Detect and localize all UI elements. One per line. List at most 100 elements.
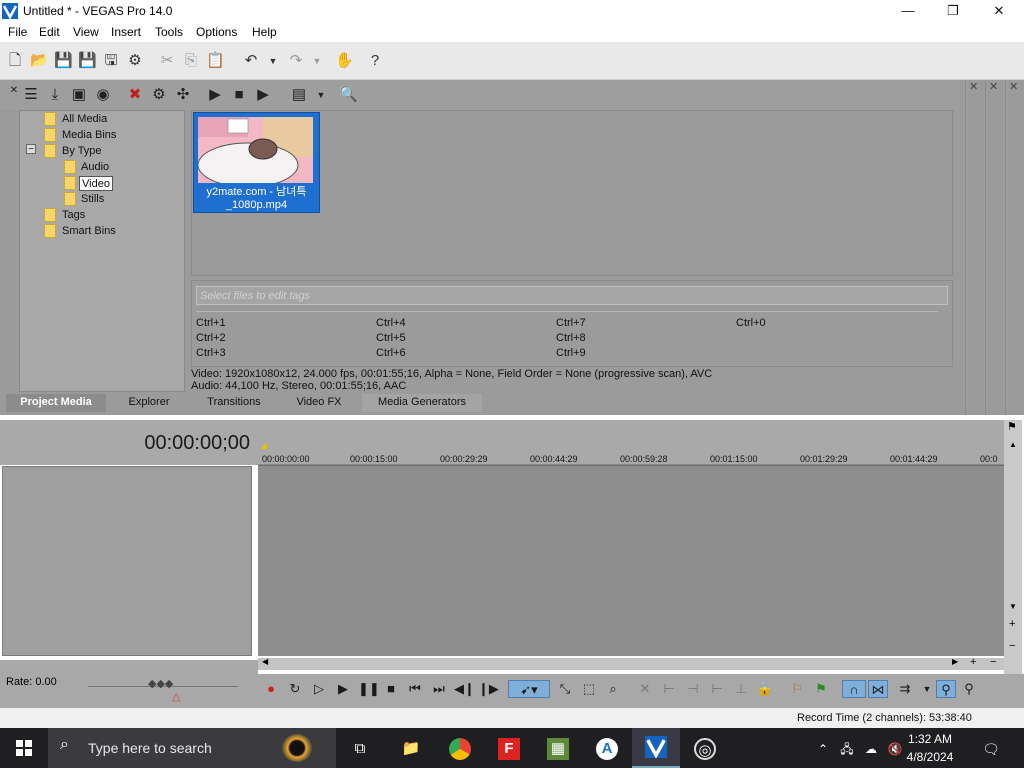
file-explorer-icon[interactable]: 📁 (400, 738, 422, 760)
scroll-up-icon[interactable]: ▲ (1009, 440, 1017, 449)
ripple-dropdown-icon[interactable]: ▼ (918, 680, 936, 698)
show-hidden-icons-icon[interactable]: ⌃ (812, 738, 834, 760)
menu-options[interactable]: Options (196, 25, 237, 39)
whats-this-help-icon[interactable]: ? (366, 52, 384, 70)
notifications-icon[interactable]: 🗨 (980, 738, 1002, 760)
windows-start-icon[interactable] (0, 728, 48, 768)
task-view-icon[interactable]: ⧉ (349, 738, 371, 760)
delete-icon[interactable]: ✕ (636, 680, 654, 698)
cut-icon[interactable]: ✂ (158, 52, 176, 70)
tab-project-media[interactable]: Project Media (6, 394, 106, 412)
close-icon[interactable]: ✕ (969, 80, 978, 93)
trim-start-icon[interactable]: ⊣ (684, 680, 702, 698)
envelope-edit-tool-icon[interactable]: ⤡ (556, 680, 574, 698)
tag-shortcut[interactable]: Ctrl+0 (736, 317, 766, 329)
ripple-edit-icon[interactable]: ⇉ (896, 680, 914, 698)
record-icon[interactable]: ● (262, 680, 280, 698)
foxit-app-icon[interactable]: F (498, 738, 520, 760)
menu-help[interactable]: Help (252, 25, 277, 39)
tag-shortcut[interactable]: Ctrl+4 (376, 317, 406, 329)
tab-transitions[interactable]: Transitions (192, 394, 276, 412)
views-dropdown-icon[interactable]: ▼ (312, 86, 330, 104)
zoom-out-icon[interactable]: − (1009, 640, 1015, 652)
go-to-start-icon[interactable]: ⏮ (406, 680, 424, 698)
undo-dropdown-icon[interactable]: ▼ (264, 52, 282, 70)
vertical-scrollbar[interactable]: ⚑ ▲ ▼ + − (1004, 420, 1022, 674)
chrome-icon[interactable] (449, 738, 471, 760)
docked-window-strip[interactable]: ✕ (985, 80, 1003, 415)
tag-shortcut[interactable]: Ctrl+7 (556, 317, 586, 329)
close-icon[interactable]: ✕ (989, 80, 998, 93)
minimize-button[interactable]: — (885, 0, 931, 22)
clock-date[interactable]: 4/8/2024 (900, 750, 960, 764)
eclipse-widget-icon[interactable] (282, 734, 312, 762)
tags-input[interactable]: Select files to edit tags (196, 286, 948, 305)
import-media-icon[interactable]: ⤓ (46, 86, 64, 104)
horizontal-scrollbar[interactable]: ◀ ▶ + − (258, 656, 1004, 670)
tree-item-by-type[interactable]: By Type (62, 144, 102, 159)
tree-item-video[interactable]: Video (79, 176, 113, 191)
properties-gear-icon[interactable]: ⚙ (126, 52, 144, 70)
snapping-magnet-icon[interactable]: ∩ (842, 680, 866, 698)
app-store-icon[interactable]: A (596, 738, 618, 760)
next-frame-icon[interactable]: ❙▶ (478, 680, 499, 698)
tree-item-media-bins[interactable]: Media Bins (62, 128, 116, 143)
ignore-grouping-icon[interactable]: ⚲ (960, 680, 978, 698)
close-icon[interactable]: ✕ (1009, 80, 1018, 93)
tab-media-generators[interactable]: Media Generators (362, 394, 482, 412)
rate-slider-handle[interactable]: ◆◆◆ (148, 677, 173, 690)
media-properties-icon[interactable]: ⚙ (150, 86, 168, 104)
tag-shortcut[interactable]: Ctrl+3 (196, 347, 226, 359)
network-icon[interactable]: 🖧 (836, 738, 858, 760)
capture-video-icon[interactable]: ▣ (70, 86, 88, 104)
media-fx-icon[interactable]: ✣ (174, 86, 192, 104)
track-area[interactable] (258, 466, 1004, 656)
play-icon[interactable]: ▶ (206, 86, 224, 104)
tree-item-smart-bins[interactable]: Smart Bins (62, 224, 116, 239)
menu-insert[interactable]: Insert (111, 25, 141, 39)
undo-icon[interactable]: ↶ (242, 52, 260, 70)
menu-file[interactable]: File (8, 25, 27, 39)
clock-time[interactable]: 1:32 AM (900, 732, 960, 746)
tag-shortcut[interactable]: Ctrl+6 (376, 347, 406, 359)
zoom-in-icon[interactable]: + (1009, 618, 1015, 630)
tree-item-all-media[interactable]: All Media (62, 112, 107, 127)
tree-item-tags[interactable]: Tags (62, 208, 85, 223)
zoom-out-h-icon[interactable]: − (990, 656, 996, 668)
menu-edit[interactable]: Edit (39, 25, 60, 39)
new-project-icon[interactable]: 🗋 (6, 52, 24, 70)
loop-playback-icon[interactable]: ↻ (286, 680, 304, 698)
pause-icon[interactable]: ❚❚ (358, 680, 380, 698)
open-icon[interactable]: 📂 (30, 52, 49, 70)
zoom-in-h-icon[interactable]: + (970, 656, 976, 668)
scroll-right-icon[interactable]: ▶ (952, 657, 958, 666)
scroll-left-icon[interactable]: ◀ (262, 657, 268, 666)
play-icon[interactable]: ▶ (334, 680, 352, 698)
trim-icon[interactable]: ⊢ (660, 680, 678, 698)
views-icon[interactable]: ▤ (290, 86, 308, 104)
obs-icon[interactable]: ◎ (694, 738, 716, 760)
docked-window-strip[interactable]: ✕ (965, 80, 983, 415)
view-list-icon[interactable]: ☰ (22, 86, 40, 104)
save-as-icon[interactable]: 💾 (78, 52, 97, 70)
render-as-icon[interactable]: 🖫 (102, 52, 120, 70)
playhead-marker-icon[interactable]: ◢ (260, 440, 267, 451)
previous-frame-icon[interactable]: ◀❙ (454, 680, 475, 698)
tree-item-audio[interactable]: Audio (81, 160, 109, 175)
search-media-icon[interactable]: 🔍 (339, 86, 358, 104)
lock-icon[interactable]: 🔒 (756, 680, 774, 698)
docked-window-strip[interactable]: ✕ (1005, 80, 1023, 415)
tag-shortcut[interactable]: Ctrl+1 (196, 317, 226, 329)
auto-preview-icon[interactable]: ▶ (254, 86, 272, 104)
menu-tools[interactable]: Tools (155, 25, 183, 39)
tag-shortcut[interactable]: Ctrl+8 (556, 332, 586, 344)
remove-media-icon[interactable]: ✖ (126, 86, 144, 104)
copy-icon[interactable]: ⎘ (182, 52, 200, 70)
split-icon[interactable]: ⊥ (732, 680, 750, 698)
insert-region-icon[interactable]: ⚑ (812, 680, 830, 698)
selection-edit-tool-icon[interactable]: ⬚ (580, 680, 598, 698)
redo-dropdown-icon[interactable]: ▼ (308, 52, 326, 70)
tag-shortcut[interactable]: Ctrl+5 (376, 332, 406, 344)
zoom-edit-tool-icon[interactable]: ⌕ (604, 680, 622, 698)
normal-edit-tool-icon[interactable]: ➹▾ (508, 680, 550, 698)
